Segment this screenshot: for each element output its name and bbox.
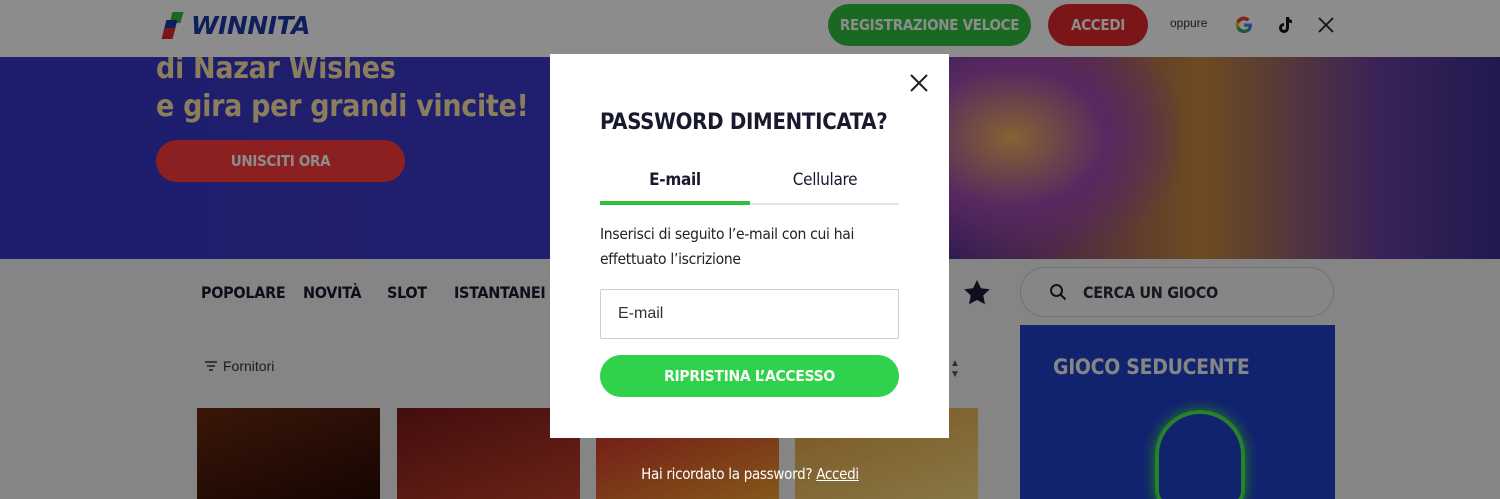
dialog-title: PASSWORD DIMENTICATA?	[600, 110, 888, 135]
forgot-password-dialog: PASSWORD DIMENTICATA? E-mail Cellulare I…	[550, 54, 949, 438]
tab-email[interactable]: E-mail	[600, 170, 750, 190]
remembered-text: Hai ricordato la password?	[641, 465, 813, 483]
email-field[interactable]	[600, 289, 899, 339]
close-icon[interactable]	[908, 72, 930, 94]
dialog-description: Inserisci di seguito l’e-mail con cui ha…	[600, 225, 855, 268]
remembered-password-prompt: Hai ricordato la password? Accedi	[0, 465, 1500, 483]
login-link[interactable]: Accedi	[816, 465, 859, 483]
tab-phone[interactable]: Cellulare	[750, 170, 900, 190]
restore-access-button[interactable]: RIPRISTINA L’ACCESSO	[600, 355, 899, 397]
active-tab-indicator	[600, 201, 750, 205]
